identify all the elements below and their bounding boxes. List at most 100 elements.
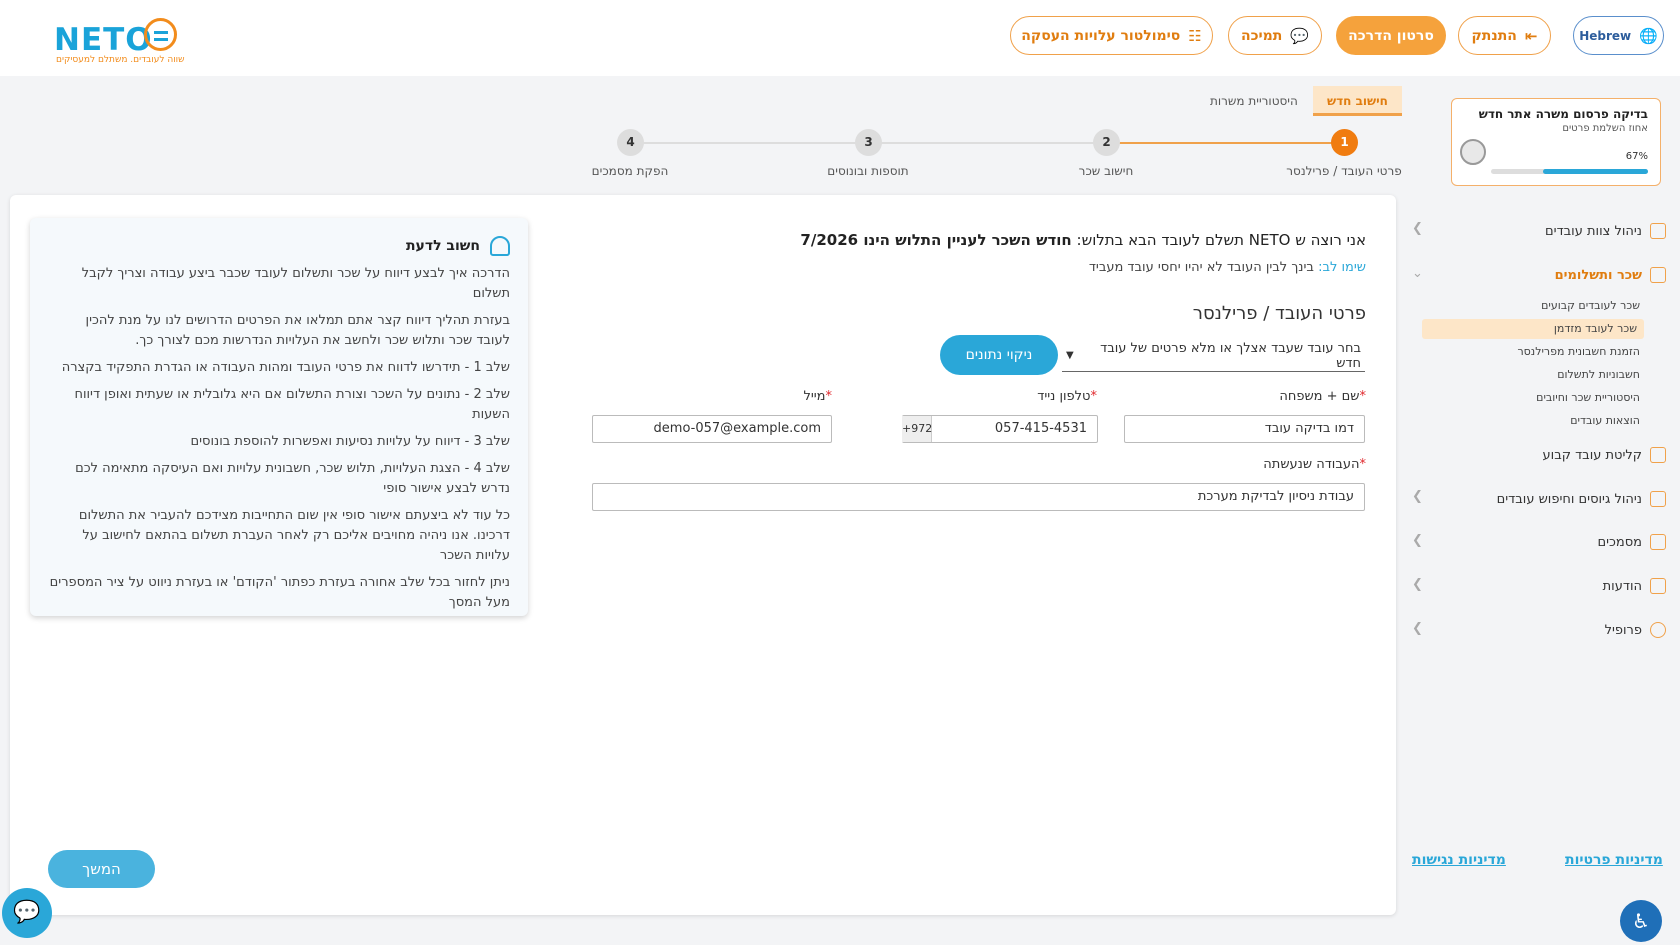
tutorial-label: סרטון הדרכה — [1348, 27, 1434, 44]
phone-country-prefix[interactable]: +972 — [902, 416, 932, 442]
sidebar-subitem-permanent-salary[interactable]: שכר לעובדים קבועים — [1541, 296, 1640, 316]
sidebar-subitem-employee-expenses[interactable]: הוצאות עובדים — [1570, 411, 1640, 431]
progress-percent: 67% — [1625, 151, 1648, 162]
required-mark: * — [1359, 457, 1367, 472]
sidebar-item-team[interactable]: ניהול צוות עובדים — [1545, 219, 1666, 243]
info-line: שלב 4 - הצגת העלויות, תלוש שכר, חשבונית … — [75, 461, 510, 496]
cost-simulator-button[interactable]: סימולטור עלויות העסקה ☷ — [1010, 16, 1213, 55]
required-mark: * — [1359, 389, 1367, 404]
neto-logo[interactable]: NETO שווה לעובדים. משתלם למעסיקים — [54, 18, 184, 66]
chevron-down-icon: ▼ — [1066, 350, 1074, 361]
step-3-indicator[interactable]: 3 — [855, 129, 882, 156]
employee-select-value: בחר עובד שעבד אצלך או מלא פרטים של עובד … — [1100, 340, 1361, 371]
stepper-connector — [869, 142, 1108, 144]
phone-label-text: טלפון נייד — [1037, 389, 1091, 404]
avatar — [1460, 139, 1486, 165]
full-name-input[interactable]: דמו בדיקה עובד — [1124, 415, 1365, 443]
tab-new-calculation[interactable]: חישוב חדש — [1313, 86, 1402, 116]
briefcase-icon — [1650, 447, 1666, 463]
user-icon — [1650, 622, 1666, 638]
info-title-text: חשוב לדעת — [405, 238, 480, 254]
stepper-connector — [630, 142, 869, 144]
chevron-left-icon[interactable]: ❮ — [1412, 621, 1423, 636]
chevron-left-icon[interactable]: ❮ — [1412, 221, 1423, 236]
sidebar-item-messages[interactable]: הודעות — [1603, 574, 1666, 598]
chevron-left-icon[interactable]: ❮ — [1412, 489, 1423, 504]
info-panel: חשוב לדעת הדרכה איך לבצע דיווח על שכר ות… — [30, 218, 528, 616]
step-4-indicator[interactable]: 4 — [617, 129, 644, 156]
sidebar-item-label: הודעות — [1602, 578, 1642, 594]
required-mark: * — [825, 389, 833, 404]
chat-icon: 💬 — [1290, 26, 1310, 45]
info-line: ניתן לחזור בכל שלב אחורה בעזרת כפתור 'הק… — [49, 575, 510, 610]
accessibility-policy-link[interactable]: מדיניות נגישות — [1412, 852, 1506, 868]
work-done-label: *העבודה שנעשתה — [1263, 457, 1366, 472]
logout-button[interactable]: התנתק ⇤ — [1458, 16, 1551, 55]
sidebar-item-label: פרופיל — [1604, 622, 1642, 638]
chevron-down-icon[interactable]: ⌄ — [1412, 266, 1423, 281]
profile-progress-card[interactable]: בדיקה פרסום משרה אתר חדש אחוז השלמת פרטי… — [1451, 98, 1661, 186]
sidebar-item-payroll[interactable]: שכר ותשלומים — [1555, 263, 1666, 287]
tutorial-video-button[interactable]: סרטון הדרכה — [1336, 16, 1446, 55]
form-note: שימו לב: בינך לבין העובד לא יהיו יחסי עו… — [1089, 260, 1366, 275]
step-2-indicator[interactable]: 2 — [1093, 129, 1120, 156]
sidebar-item-label: קליטת עובד קבוע — [1542, 447, 1642, 463]
app-header: NETO שווה לעובדים. משתלם למעסיקים סימולט… — [0, 0, 1680, 76]
documents-icon — [1650, 534, 1666, 550]
step-1-indicator[interactable]: 1 — [1331, 129, 1358, 156]
heading-prefix: אני רוצה ש NETO תשלם לעובד הבא בתלוש: — [1076, 231, 1366, 249]
required-mark: * — [1090, 389, 1098, 404]
sidebar-subitem-salary-history[interactable]: היסטוריית שכר וחיובים — [1536, 388, 1640, 408]
progress-card-title: בדיקה פרסום משרה אתר חדש — [1478, 107, 1648, 121]
full-name-label-text: שם + משפחה — [1279, 389, 1360, 404]
email-label-text: מייל — [803, 389, 826, 404]
privacy-policy-link[interactable]: מדיניות פרטיות — [1565, 852, 1663, 868]
support-label: תמיכה — [1240, 27, 1283, 44]
sidebar-subitem-freelancer-invoice[interactable]: הזמנת חשבונית מפרילנסר — [1517, 342, 1640, 362]
support-button[interactable]: תמיכה 💬 — [1228, 16, 1322, 55]
language-label: Hebrew — [1579, 28, 1632, 43]
sidebar-item-onboarding[interactable]: קליטת עובד קבוע — [1543, 443, 1666, 467]
logo-wordmark: NETO — [54, 22, 153, 58]
sidebar-subitem-invoices-to-pay[interactable]: חשבוניות לתשלום — [1557, 365, 1640, 385]
info-line: שלב 1 - תידרשו לדווח את פרטי העובד ומהות… — [61, 360, 510, 375]
chevron-left-icon[interactable]: ❮ — [1412, 533, 1423, 548]
work-done-label-text: העבודה שנעשתה — [1263, 457, 1360, 472]
chevron-left-icon[interactable]: ❮ — [1412, 577, 1423, 592]
grid-icon — [1650, 491, 1666, 507]
heading-month: חודש השכר לעניין התלוש הינו 7/2026 — [800, 231, 1072, 249]
progress-card-subtitle: אחוז השלמת פרטים — [1562, 123, 1648, 134]
sidebar-item-label: ניהול גיוסים וחיפוש עובדים — [1496, 491, 1642, 507]
sidebar-item-label: שכר ותשלומים — [1554, 267, 1642, 283]
section-title: פרטי העובד / פרילנסר — [1192, 303, 1366, 324]
employee-select[interactable]: בחר עובד שעבד אצלך או מלא פרטים של עובד … — [1062, 340, 1365, 372]
logout-label: התנתק — [1471, 27, 1517, 44]
clear-data-button[interactable]: ניקוי נתונים — [940, 335, 1058, 375]
info-line: שלב 2 - נתונים על השכר וצורת התשלום אם ה… — [74, 387, 510, 422]
tab-job-history[interactable]: היסטוריית משרות — [1196, 86, 1312, 116]
email-label: *מייל — [803, 389, 832, 404]
sidebar-subitem-casual-salary[interactable]: שכר לעובד מזדמן — [1422, 319, 1644, 339]
message-icon — [1650, 578, 1666, 594]
step-2-label: חישוב שכר — [1078, 164, 1134, 178]
payroll-icon — [1650, 267, 1666, 283]
database-icon: ☷ — [1188, 26, 1202, 45]
progress-bar-fill — [1542, 169, 1648, 174]
stepper-connector — [1108, 142, 1345, 144]
sidebar-item-recruitment[interactable]: ניהול גיוסים וחיפוש עובדים — [1497, 487, 1666, 511]
language-selector[interactable]: Hebrew 🌐 — [1573, 16, 1664, 55]
email-input[interactable]: demo-057@example.com — [592, 415, 832, 443]
logo-tagline: שווה לעובדים. משתלם למעסיקים — [56, 55, 185, 65]
step-4-label: הפקת מסמכים — [591, 164, 669, 178]
live-chat-icon[interactable]: 💬 — [2, 888, 52, 938]
sidebar-item-label: מסמכים — [1597, 534, 1642, 550]
globe-icon: 🌐 — [1639, 26, 1658, 45]
sidebar-item-profile[interactable]: פרופיל — [1605, 618, 1666, 642]
note-text: בינך לבין העובד לא יהיו יחסי עובד מעביד — [1088, 260, 1314, 275]
accessibility-icon[interactable]: ♿ — [1620, 900, 1662, 942]
next-button[interactable]: המשך — [48, 850, 155, 888]
sidebar-item-documents[interactable]: מסמכים — [1597, 530, 1666, 554]
work-done-input[interactable]: עבודת ניסיון לבדיקת מערכת — [592, 483, 1365, 511]
step-3-label: תוספות ובונוסים — [827, 164, 909, 178]
bell-icon — [490, 236, 510, 256]
